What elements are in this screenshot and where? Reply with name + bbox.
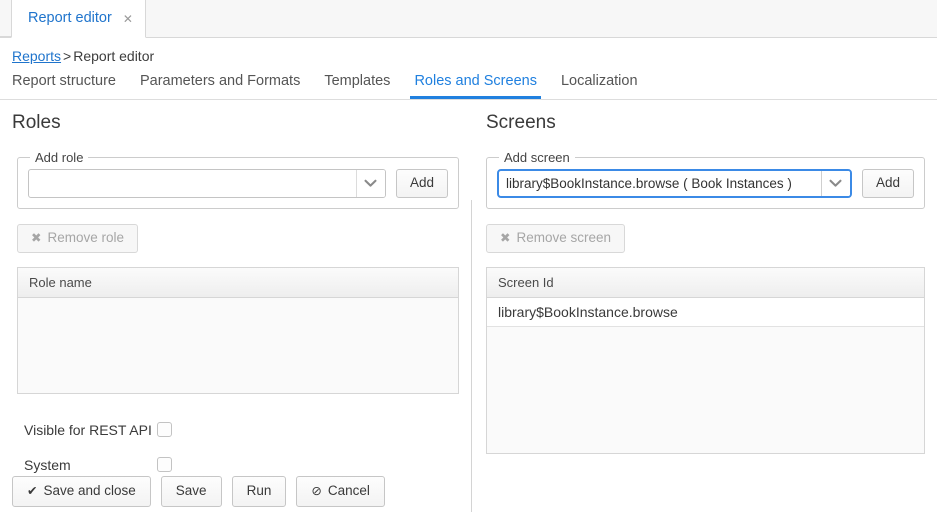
remove-screen-wrap: ✖ Remove screen bbox=[486, 223, 937, 253]
add-role-button[interactable]: Add bbox=[395, 168, 448, 198]
tab-report-structure-label: Report structure bbox=[12, 73, 116, 89]
screen-input[interactable] bbox=[499, 170, 821, 196]
save-button[interactable]: Save bbox=[160, 476, 222, 507]
system-checkbox[interactable] bbox=[157, 457, 172, 473]
tab-report-structure[interactable]: Report structure bbox=[12, 72, 128, 98]
tab-parameters-and-formats-label: Parameters and Formats bbox=[139, 73, 301, 89]
roles-grid-body[interactable] bbox=[18, 298, 458, 393]
run-button[interactable]: Run bbox=[231, 476, 287, 507]
window-tab-report-editor[interactable]: Report editor ✕ bbox=[11, 0, 146, 38]
screens-grid: Screen Id library$BookInstance.browse bbox=[486, 266, 925, 454]
roles-grid: Role name bbox=[17, 266, 459, 394]
tab-templates-label: Templates bbox=[324, 73, 391, 89]
remove-screen-button[interactable]: ✖ Remove screen bbox=[486, 223, 626, 253]
tab-bar-left-edge bbox=[0, 0, 11, 37]
tab-localization-label: Localization bbox=[560, 73, 638, 89]
section-tab-bar: Report structure Parameters and Formats … bbox=[0, 72, 937, 100]
screen-combobox[interactable] bbox=[497, 168, 852, 198]
tab-templates[interactable]: Templates bbox=[312, 72, 402, 98]
role-input[interactable] bbox=[29, 169, 356, 197]
breadcrumb-current: Report editor bbox=[73, 48, 155, 64]
check-icon: ✔ bbox=[27, 484, 38, 498]
screens-grid-body[interactable]: library$BookInstance.browse bbox=[487, 297, 924, 453]
option-visible-for-rest-api: Visible for REST API bbox=[24, 416, 472, 444]
breadcrumb: Reports > Report editor bbox=[0, 38, 937, 64]
add-screen-group: Add screen Add bbox=[486, 149, 925, 209]
ban-icon: ⊘ bbox=[311, 484, 322, 498]
remove-screen-label: Remove screen bbox=[516, 229, 612, 245]
option-system: System bbox=[24, 451, 472, 479]
window-tab-label: Report editor bbox=[28, 10, 112, 27]
cancel-label: Cancel bbox=[327, 483, 370, 498]
add-role-row: Add bbox=[28, 168, 448, 198]
role-combobox[interactable] bbox=[28, 168, 386, 198]
window-tab-bar: Report editor ✕ bbox=[0, 0, 937, 38]
option-visible-for-rest-api-label: Visible for REST API bbox=[24, 421, 152, 438]
save-and-close-button[interactable]: ✔ Save and close bbox=[12, 476, 151, 507]
remove-role-button[interactable]: ✖ Remove role bbox=[17, 223, 139, 253]
options-group: Visible for REST API System bbox=[24, 416, 472, 479]
add-screen-legend: Add screen bbox=[504, 149, 570, 165]
option-system-label: System bbox=[24, 456, 71, 473]
save-and-close-label: Save and close bbox=[43, 483, 136, 498]
breadcrumb-link-reports[interactable]: Reports bbox=[12, 48, 61, 64]
roles-grid-header-role-name: Role name bbox=[18, 267, 458, 298]
action-bar: ✔ Save and close Save Run ⊘ Cancel bbox=[12, 476, 385, 507]
screens-panel: Screens Add screen Add ✖ Remove screen bbox=[472, 100, 937, 486]
roles-panel-title: Roles bbox=[12, 112, 61, 133]
cancel-button[interactable]: ⊘ Cancel bbox=[296, 476, 385, 507]
tab-parameters-and-formats[interactable]: Parameters and Formats bbox=[128, 72, 312, 98]
add-screen-row: Add bbox=[497, 168, 914, 198]
table-row[interactable]: library$BookInstance.browse bbox=[487, 297, 924, 327]
content-area: Roles Add role Add ✖ Remove role Role na… bbox=[0, 100, 937, 512]
add-role-group: Add role Add bbox=[17, 149, 459, 209]
remove-icon: ✖ bbox=[31, 230, 42, 245]
tab-roles-and-screens-label: Roles and Screens bbox=[414, 73, 537, 89]
remove-role-label: Remove role bbox=[47, 229, 125, 245]
chevron-down-icon[interactable] bbox=[820, 170, 850, 196]
add-role-legend: Add role bbox=[35, 149, 84, 165]
add-screen-button[interactable]: Add bbox=[861, 168, 914, 198]
close-icon[interactable]: ✕ bbox=[123, 13, 133, 25]
remove-role-wrap: ✖ Remove role bbox=[17, 223, 472, 253]
roles-panel: Roles Add role Add ✖ Remove role Role na… bbox=[0, 100, 472, 486]
visible-for-rest-api-checkbox[interactable] bbox=[157, 422, 172, 438]
chevron-down-icon[interactable] bbox=[355, 169, 385, 197]
tab-roles-and-screens[interactable]: Roles and Screens bbox=[402, 72, 549, 100]
breadcrumb-separator: > bbox=[63, 48, 72, 64]
tab-localization[interactable]: Localization bbox=[549, 72, 650, 98]
screens-panel-title: Screens bbox=[486, 112, 556, 133]
screens-grid-header-screen-id: Screen Id bbox=[487, 267, 924, 298]
remove-icon: ✖ bbox=[500, 230, 511, 245]
